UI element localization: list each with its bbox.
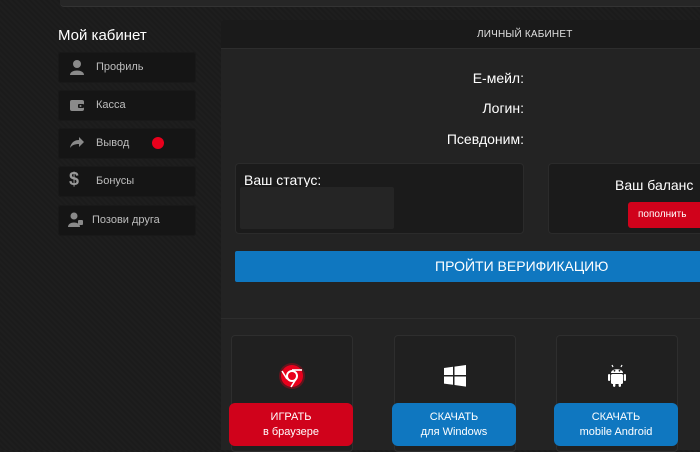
button-line1: СКАЧАТЬ	[591, 410, 641, 423]
status-value-hidden	[240, 187, 394, 229]
status-label: Ваш статус:	[244, 172, 322, 188]
browser-play-card: ИГРАТЬ в браузере	[229, 335, 353, 452]
windows-icon	[444, 365, 466, 387]
login-label: Логин:	[482, 100, 524, 116]
sidebar-item-label: Бонусы	[96, 175, 135, 187]
sidebar-item-invite-friend[interactable]: Позови друга	[58, 205, 196, 236]
topup-button[interactable]: пополнить	[628, 202, 700, 228]
button-line2: для Windows	[420, 425, 488, 438]
android-download-card: СКАЧАТЬ mobile Android	[554, 335, 678, 452]
invite-friend-icon	[68, 212, 83, 227]
panel-header: ЛИЧНЫЙ КАБИНЕТ	[221, 20, 700, 49]
button-line1: ИГРАТЬ	[270, 410, 312, 423]
status-box: Ваш статус:	[235, 163, 524, 234]
sidebar-item-label: Профиль	[96, 61, 144, 73]
divider	[221, 318, 700, 319]
panel-title: ЛИЧНЫЙ КАБИНЕТ	[477, 29, 573, 40]
sidebar-item-bonuses[interactable]: $ Бонусы	[58, 166, 196, 197]
account-panel: ЛИЧНЫЙ КАБИНЕТ Е-мейл: Логин: Псевдоним:…	[221, 20, 700, 452]
sidebar-item-withdraw[interactable]: Вывод	[58, 128, 196, 159]
balance-box: Ваш баланс пополнить	[548, 163, 700, 234]
chrome-icon	[279, 363, 305, 389]
sidebar-item-cashier[interactable]: Касса	[58, 90, 196, 121]
sidebar-item-profile[interactable]: Профиль	[58, 52, 196, 83]
share-arrow-icon	[70, 137, 84, 148]
android-icon	[608, 364, 626, 387]
sidebar-item-label: Касса	[96, 99, 126, 111]
user-icon	[70, 60, 84, 75]
download-windows-button[interactable]: СКАЧАТЬ для Windows	[392, 403, 516, 446]
button-line1: СКАЧАТЬ	[429, 410, 479, 423]
sidebar-item-label: Позови друга	[92, 214, 160, 226]
windows-download-card: СКАЧАТЬ для Windows	[392, 335, 516, 452]
dollar-icon: $	[69, 169, 80, 189]
verification-button[interactable]: ПРОЙТИ ВЕРИФИКАЦИЮ	[235, 251, 700, 282]
balance-label: Ваш баланс	[615, 177, 694, 193]
email-label: Е-мейл:	[472, 70, 524, 86]
button-line2: mobile Android	[579, 425, 653, 438]
wallet-icon	[70, 100, 84, 111]
top-bar	[60, 0, 700, 7]
button-line2: в браузере	[262, 425, 320, 438]
nickname-label: Псевдоним:	[446, 131, 524, 147]
sidebar-item-label: Вывод	[96, 137, 130, 149]
notification-dot	[152, 137, 164, 149]
download-android-button[interactable]: СКАЧАТЬ mobile Android	[554, 403, 678, 446]
sidebar-title: Мой кабинет	[58, 27, 147, 44]
play-in-browser-button[interactable]: ИГРАТЬ в браузере	[229, 403, 353, 446]
